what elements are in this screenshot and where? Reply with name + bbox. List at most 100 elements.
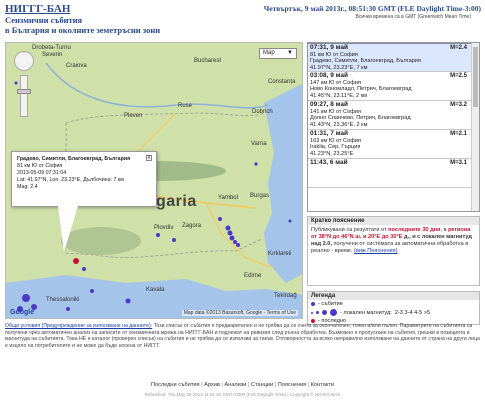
- popup-time: 2013-05-09 07:31:04: [17, 170, 67, 176]
- event-list-item[interactable]: 01:31, 7 май M=2.1 163 км Ю от София Ira…: [308, 130, 479, 159]
- event-dot: [288, 219, 292, 223]
- seismic-map[interactable]: Drobeta-Turnu Severin Craiova Bucharest …: [5, 42, 303, 319]
- event-info-popup: X Градево, Симитли, Благоевград, Българи…: [11, 151, 157, 207]
- map-label-kirklareli: Kırklareli: [268, 251, 292, 257]
- event-time: 01:31, 7 май: [310, 130, 348, 137]
- footer-link-contacts[interactable]: Контакти: [311, 382, 334, 388]
- event-dot: [227, 230, 233, 236]
- explanation-text-part: , в: [440, 227, 449, 233]
- copyright: Refreshed: Thu May 09 2013 11:51:31 GMT+…: [144, 392, 341, 397]
- map-label-severin: Severin: [42, 52, 63, 58]
- map-label-country: garia: [156, 193, 197, 210]
- disclaimer: Общи условия (Предупреждение за използва…: [5, 323, 481, 349]
- event-place: Ново Кономладл, Петрич, Благоевград: [310, 86, 412, 93]
- event-coords: 41.23°N, 23.25°E: [310, 150, 354, 157]
- event-list-item[interactable]: 11:43, 6 май M=3.1: [308, 159, 479, 188]
- popup-pointer: [58, 206, 78, 252]
- event-dot: [22, 294, 30, 302]
- event-list-item[interactable]: 03:08, 9 май M=2.5 147 км Ю от София Нов…: [308, 72, 479, 101]
- map-label-constanta: Constanța: [268, 79, 296, 85]
- scrollbar-thumb[interactable]: [473, 47, 478, 107]
- map-label-kavala: Kavala: [146, 287, 165, 293]
- map-label-yambol: Yambol: [218, 195, 238, 201]
- event-time: 11:43, 6 май: [310, 159, 348, 166]
- event-list-scrollbar[interactable]: [471, 43, 479, 211]
- event-magnitude: M=2.4: [450, 45, 467, 51]
- event-distance: 141 км Ю от София: [310, 108, 361, 115]
- map-label-edirne: Edirne: [244, 273, 262, 279]
- event-list[interactable]: 07:31, 9 май M=2.4 81 км Ю от София Град…: [307, 42, 480, 212]
- event-coords: 41.45°N, 23.11°E, 2 км: [310, 92, 367, 99]
- map-footer: Google Map data ©2013 Basarsoft, Google …: [6, 309, 302, 318]
- event-place: Iraklia, Сер, Гърция: [310, 144, 361, 151]
- event-dot: [82, 267, 86, 271]
- map-label-varna: Varna: [251, 141, 267, 147]
- event-distance: 81 км Ю от София: [310, 51, 358, 58]
- event-time: 07:31, 9 май: [310, 44, 348, 51]
- event-dot: [229, 235, 235, 241]
- footer-link-stations[interactable]: Станции: [251, 382, 273, 388]
- footer-link-latest[interactable]: Последни събития: [151, 382, 200, 388]
- map-label-plovdiv: Plovdiv: [154, 225, 174, 231]
- event-distance: 163 км Ю от София: [310, 137, 361, 144]
- mag-dot-icon: [316, 311, 319, 314]
- footer-link-archive[interactable]: Архив: [204, 382, 220, 388]
- page-header: НИГГГ-БАН Сеизмични събития в България и…: [5, 3, 481, 37]
- border-ro-bg: [65, 112, 265, 124]
- event-magnitude: M=3.2: [450, 102, 467, 108]
- map-zoom-knob[interactable]: [17, 89, 31, 94]
- mag-dot-icon: [322, 310, 327, 315]
- legend-magnitude-label: - локален магнитуд:: [340, 309, 392, 316]
- event-dot: [254, 162, 258, 166]
- explanation-link[interactable]: (виж Пояснения): [354, 248, 398, 254]
- map-label-ruse: Ruse: [178, 103, 193, 109]
- event-dot: [218, 217, 222, 221]
- map-label-craiova: Craiova: [66, 63, 87, 69]
- danube-river: [45, 62, 269, 109]
- map-label-dobrich: Dobrich: [252, 109, 273, 115]
- legend-row-events: - събитие: [308, 300, 479, 308]
- map-label-bucharest: Bucharest: [194, 58, 222, 64]
- close-icon[interactable]: X: [146, 155, 152, 161]
- chevron-down-icon: ▼: [287, 50, 293, 56]
- legend-heading: Легенда: [308, 292, 479, 300]
- event-dot: [233, 240, 237, 244]
- explanation-highlight: последните 30 дни: [388, 227, 441, 233]
- map-attribution[interactable]: Map data ©2013 Basarsoft, Google - Terms…: [181, 310, 298, 316]
- map-label-drobeta: Drobeta-Turnu: [32, 45, 71, 51]
- map-label-pleven: Pleven: [124, 113, 143, 119]
- page-title-line2: в България и околните земетръсни зони: [5, 25, 161, 35]
- map-label-tekirdag: Tekirdağ: [274, 293, 297, 299]
- explanation-text: Публикувани са резултати от последните 3…: [308, 225, 479, 257]
- map-type-value: Map: [263, 50, 275, 56]
- legend-box: Легенда - събитие - локален магнитуд: 2-…: [307, 291, 480, 325]
- event-dot: [90, 289, 94, 293]
- event-dot: [14, 81, 18, 85]
- footer-link-explanations[interactable]: Пояснения: [278, 382, 306, 388]
- map-type-select[interactable]: Map ▼: [259, 48, 297, 59]
- terms-link[interactable]: Общи условия (Предупреждение за използва…: [5, 323, 152, 329]
- google-logo[interactable]: Google: [10, 309, 34, 316]
- event-time: 09:27, 8 май: [310, 101, 348, 108]
- event-time: 03:08, 9 май: [310, 72, 348, 79]
- event-magnitude: M=2.1: [450, 131, 467, 137]
- mag-dot-icon: [330, 309, 337, 316]
- event-distance: 147 км Ю от София: [310, 79, 361, 86]
- footer-nav: Последни събития | Архив | Анализи | Ста…: [150, 382, 335, 388]
- event-list-item[interactable]: 09:27, 8 май M=3.2 141 км Ю от София Дол…: [308, 101, 479, 130]
- event-magnitude: M=3.1: [450, 160, 467, 166]
- map-label-burgas: Burgas: [250, 193, 270, 199]
- event-magnitude: M=2.5: [450, 73, 467, 79]
- map-label-zagora: Zagora: [182, 223, 202, 229]
- event-dot-icon: [311, 302, 315, 306]
- event-list-item[interactable]: 07:31, 9 май M=2.4 81 км Ю от София Град…: [308, 43, 479, 72]
- footer-link-analysis[interactable]: Анализи: [224, 382, 246, 388]
- map-zoom-slider[interactable]: [20, 75, 28, 117]
- explanation-box: Кратко пояснение Публикувани са резултат…: [307, 216, 480, 286]
- popup-place: Градево, Симитли, Благоевград, България: [17, 156, 131, 162]
- current-datetime: Четвъртък, 9 май 2013г., 08:51:30 GMT (F…: [263, 4, 481, 13]
- event-dot: [236, 243, 240, 247]
- map-pan-control[interactable]: [14, 51, 34, 71]
- event-place: Долно Спанчево, Петрич, Благоевград: [310, 115, 411, 122]
- event-dot: [225, 225, 231, 231]
